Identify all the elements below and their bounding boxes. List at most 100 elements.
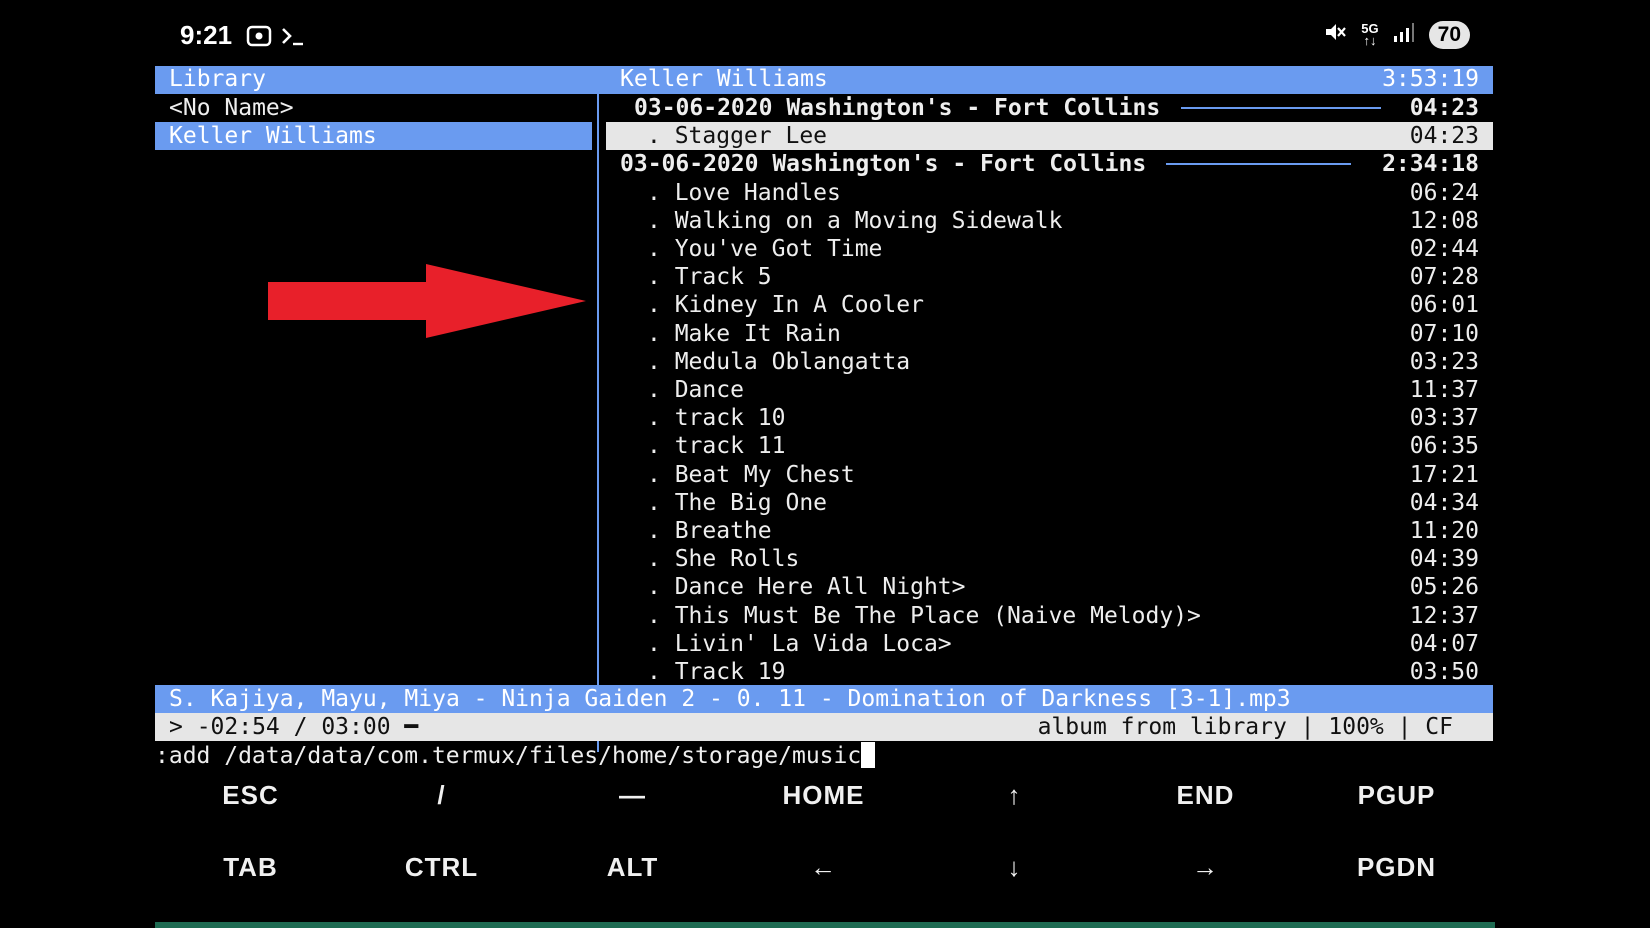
pane-divider: [597, 94, 599, 752]
track-title: . You've Got Time: [647, 236, 883, 262]
track-row[interactable]: . Beat My Chest 17:21: [606, 461, 1493, 489]
track-row[interactable]: . Dance Here All Night> 05:26: [606, 573, 1493, 601]
key-up[interactable]: ↑: [919, 780, 1110, 811]
track-duration: 06:24: [1409, 179, 1479, 206]
status-bar: 9:21 5G ↑↓ 70: [180, 18, 1470, 54]
track-row[interactable]: . Kidney In A Cooler 06:01: [606, 291, 1493, 319]
red-arrow-icon: [268, 264, 586, 338]
mute-icon: [1323, 20, 1347, 49]
key-pgup[interactable]: PGUP: [1301, 780, 1492, 811]
track-duration: 07:10: [1409, 320, 1479, 347]
battery-indicator: 70: [1428, 20, 1470, 49]
status-line: > -02:54 / 03:00 ━ album from library | …: [155, 713, 1493, 741]
track-duration: 04:39: [1409, 546, 1479, 573]
track-row[interactable]: . Medula Oblangatta 03:23: [606, 348, 1493, 376]
library-item[interactable]: <No Name>: [155, 94, 592, 122]
track-row[interactable]: . The Big One 04:34: [606, 489, 1493, 517]
track-row[interactable]: . Walking on a Moving Sidewalk 12:08: [606, 207, 1493, 235]
terminal-prompt-icon: [280, 24, 306, 53]
album-title: 03-06-2020 Washington's - Fort Collins: [634, 95, 1161, 121]
track-row[interactable]: . She Rolls 04:39: [606, 545, 1493, 573]
track-row[interactable]: . Stagger Lee 04:23: [606, 122, 1493, 151]
track-row[interactable]: . track 10 03:37: [606, 404, 1493, 432]
playback-position: > -02:54 / 03:00 ━: [169, 714, 419, 740]
track-title: . She Rolls: [647, 546, 800, 573]
key-esc[interactable]: ESC: [155, 780, 346, 811]
key-end[interactable]: END: [1110, 780, 1301, 811]
track-row[interactable]: . This Must Be The Place (Naive Melody)>…: [606, 602, 1493, 630]
track-duration: 02:44: [1409, 236, 1479, 262]
track-title: . Beat My Chest: [647, 461, 855, 488]
command-text: :add /data/data/com.termux/files/home/st…: [155, 743, 862, 769]
track-title: . The Big One: [647, 489, 828, 516]
key-home[interactable]: HOME: [728, 780, 919, 811]
album-row[interactable]: 03-06-2020 Washington's - Fort Collins 04…: [606, 94, 1493, 122]
track-row[interactable]: . Track 19 03:50: [606, 658, 1493, 686]
clock: 9:21: [180, 20, 233, 50]
bottom-accent-bar: [155, 922, 1495, 928]
library-item[interactable]: Keller Williams: [155, 122, 592, 150]
command-line[interactable]: :add /data/data/com.termux/files/home/st…: [155, 742, 876, 770]
album-separator-line: [1181, 107, 1381, 109]
key-alt[interactable]: ALT: [537, 852, 728, 883]
playback-mode: album from library | 100% | CF: [1037, 714, 1453, 740]
track-title: . Stagger Lee: [647, 123, 828, 150]
track-title: . Breathe: [647, 518, 772, 544]
now-playing-bar: S. Kajiya, Mayu, Miya - Ninja Gaiden 2 -…: [155, 685, 1493, 713]
track-duration: 03:23: [1409, 348, 1479, 375]
key-dash[interactable]: —: [537, 780, 728, 811]
album-separator-line: [1166, 163, 1351, 166]
track-duration: 03:50: [1409, 659, 1479, 685]
text-cursor: [861, 742, 876, 768]
track-row[interactable]: . Dance 11:37: [606, 376, 1493, 404]
track-duration: 07:28: [1409, 264, 1479, 291]
track-duration: 17:21: [1409, 461, 1479, 488]
key-down[interactable]: ↓: [919, 852, 1110, 883]
track-title: . Track 19: [647, 659, 786, 685]
track-duration: 04:34: [1409, 489, 1479, 516]
track-title: . track 10: [647, 405, 786, 432]
track-duration: 06:35: [1409, 433, 1479, 460]
track-title: . track 11: [647, 433, 786, 460]
track-row[interactable]: . Breathe 11:20: [606, 517, 1493, 545]
track-row[interactable]: . You've Got Time 02:44: [606, 235, 1493, 263]
signal-icon: [1393, 21, 1415, 48]
track-duration: 04:23: [1409, 95, 1479, 121]
track-row[interactable]: . Love Handles 06:24: [606, 179, 1493, 207]
track-title: . Medula Oblangatta: [647, 348, 911, 375]
track-title: . This Must Be The Place (Naive Melody)>: [647, 602, 1201, 629]
track-row[interactable]: . Livin' La Vida Loca> 04:07: [606, 630, 1493, 658]
track-title: . Dance Here All Night>: [647, 574, 966, 601]
track-title: . Livin' La Vida Loca>: [647, 630, 952, 657]
album-row[interactable]: 03-06-2020 Washington's - Fort Collins 2:…: [606, 150, 1493, 178]
screenshot-icon: [246, 24, 272, 53]
track-title: . Dance: [647, 377, 744, 403]
track-row[interactable]: . Track 5 07:28: [606, 263, 1493, 291]
track-duration: 11:37: [1409, 377, 1479, 403]
track-duration: 04:23: [1409, 123, 1479, 150]
track-title: . Track 5: [647, 264, 772, 291]
key-slash[interactable]: /: [346, 780, 537, 811]
tracks-pane-title: Keller Williams: [620, 66, 828, 92]
track-row[interactable]: . Make It Rain 07:10: [606, 320, 1493, 348]
cmus-terminal[interactable]: Library Keller Williams 3:53:19 <No Name…: [155, 66, 1493, 769]
track-duration: 12:08: [1409, 207, 1479, 234]
key-tab[interactable]: TAB: [155, 852, 346, 883]
key-right[interactable]: →: [1110, 852, 1301, 883]
pane-title-bar: Library Keller Williams 3:53:19: [155, 66, 1493, 94]
library-pane-title: Library: [169, 66, 266, 92]
key-left[interactable]: ←: [728, 852, 919, 883]
track-title: . Kidney In A Cooler: [647, 292, 924, 319]
track-duration: 04:07: [1409, 630, 1479, 657]
track-title: . Make It Rain: [647, 320, 841, 347]
5g-icon: 5G ↑↓: [1361, 20, 1379, 48]
track-duration: 11:20: [1409, 518, 1479, 544]
track-duration: 06:01: [1409, 292, 1479, 319]
key-pgdn[interactable]: PGDN: [1301, 852, 1492, 883]
track-row[interactable]: . track 11 06:35: [606, 432, 1493, 460]
track-duration: 05:26: [1409, 574, 1479, 601]
key-ctrl[interactable]: CTRL: [346, 852, 537, 883]
track-duration: 12:37: [1409, 602, 1479, 629]
track-duration: 2:34:18: [1382, 151, 1479, 178]
track-title: . Walking on a Moving Sidewalk: [647, 207, 1063, 234]
